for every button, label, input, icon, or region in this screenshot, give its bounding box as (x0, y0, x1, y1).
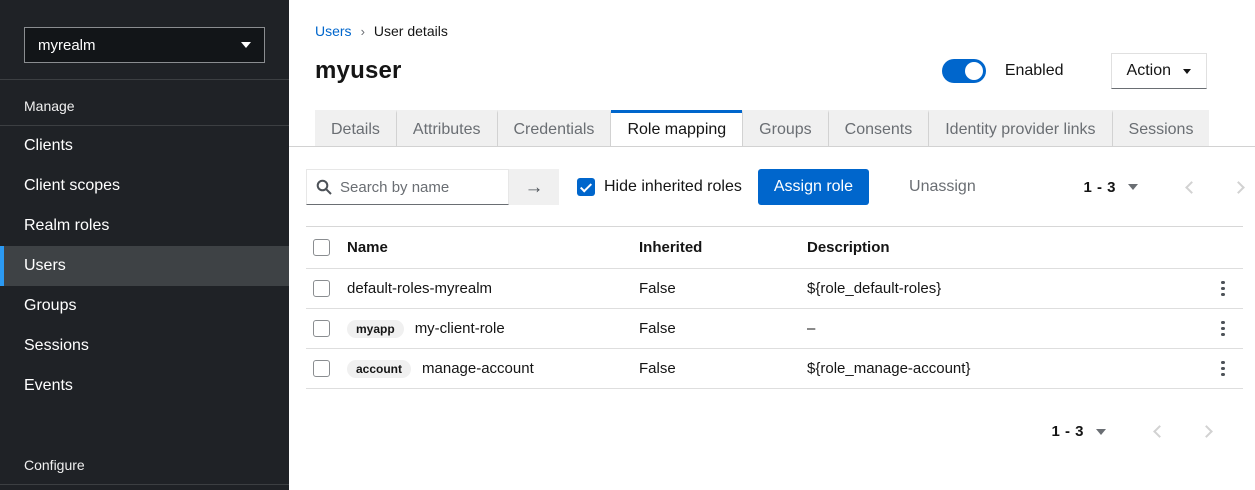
role-description: – (807, 320, 816, 337)
column-header-inherited: Inherited (639, 239, 703, 256)
sidebar-item-clients[interactable]: Clients (0, 126, 289, 166)
row-checkbox[interactable] (313, 360, 330, 377)
pagination-range: 1 - 3 (1083, 178, 1116, 196)
tab-attributes[interactable]: Attributes (396, 110, 498, 146)
chevron-left-icon[interactable] (1153, 425, 1166, 438)
sidebar: myrealm Manage Clients Client scopes Rea… (0, 0, 289, 490)
tab-role-mapping[interactable]: Role mapping (611, 110, 743, 146)
chevron-left-icon[interactable] (1185, 180, 1198, 194)
search-input[interactable] (306, 169, 509, 205)
tabs: Details Attributes Credentials Role mapp… (289, 110, 1255, 147)
kebab-menu-icon[interactable] (1217, 277, 1229, 301)
nav-section-manage: Manage (24, 98, 75, 114)
breadcrumb: Users › User details (289, 0, 1255, 39)
enabled-toggle[interactable] (941, 59, 986, 83)
tab-details[interactable]: Details (315, 110, 397, 146)
roles-table: Name Inherited Description default-roles… (306, 226, 1243, 389)
tab-sessions[interactable]: Sessions (1112, 110, 1210, 146)
role-inherited: False (639, 360, 676, 377)
role-inherited: False (639, 320, 676, 337)
search-submit-button[interactable]: → (509, 169, 559, 205)
sidebar-item-realm-roles[interactable]: Realm roles (0, 206, 289, 246)
main-content: Users › User details myuser Enabled Acti… (289, 0, 1255, 490)
arrow-right-icon: → (524, 176, 544, 198)
chevron-down-icon (241, 42, 251, 48)
bottom-pagination: 1 - 3 (289, 389, 1255, 440)
caret-down-icon (1183, 68, 1191, 74)
unassign-button[interactable]: Unassign (901, 169, 984, 205)
hide-inherited-checkbox-group[interactable]: Hide inherited roles (577, 178, 742, 196)
tab-identity-provider-links[interactable]: Identity provider links (929, 110, 1113, 146)
search-group: → (306, 169, 559, 205)
action-dropdown-button[interactable]: Action (1110, 53, 1207, 89)
page-title: myuser (315, 57, 402, 84)
search-input-wrap (306, 169, 509, 205)
row-checkbox[interactable] (313, 280, 330, 297)
tab-groups[interactable]: Groups (742, 110, 829, 146)
tab-credentials[interactable]: Credentials (497, 110, 612, 146)
chevron-right-icon[interactable] (1232, 180, 1245, 194)
table-row: myapp my-client-role False – (306, 309, 1243, 349)
toggle-knob (964, 62, 983, 80)
breadcrumb-users-link[interactable]: Users (315, 23, 352, 39)
breadcrumb-current: User details (373, 23, 448, 39)
client-badge: myapp (347, 319, 404, 338)
table-row: account manage-account False ${role_mana… (306, 349, 1243, 389)
header-controls: Enabled Action (941, 53, 1207, 89)
page-header: myuser Enabled Action (315, 53, 1229, 89)
sidebar-item-users[interactable]: Users (0, 246, 289, 286)
tab-consents[interactable]: Consents (828, 110, 930, 146)
toolbar: → Hide inherited roles Assign role Unass… (289, 147, 1255, 205)
enabled-label: Enabled (1004, 62, 1064, 79)
kebab-menu-icon[interactable] (1217, 317, 1229, 341)
action-dropdown-label: Action (1126, 62, 1171, 79)
sidebar-item-groups[interactable]: Groups (0, 286, 289, 326)
sidebar-item-sessions[interactable]: Sessions (0, 326, 289, 366)
assign-role-button[interactable]: Assign role (757, 169, 870, 205)
client-badge: account (347, 359, 412, 378)
nav-section-configure: Configure (24, 457, 85, 473)
pagination-range: 1 - 3 (1051, 423, 1084, 440)
top-pagination: 1 - 3 (1083, 178, 1245, 196)
realm-selector[interactable]: myrealm (24, 27, 265, 63)
pagination-caret-icon[interactable] (1128, 184, 1138, 190)
realm-selector-label: myrealm (38, 36, 96, 54)
column-header-description: Description (807, 239, 890, 256)
select-all-checkbox[interactable] (313, 239, 330, 256)
role-inherited: False (639, 280, 676, 297)
role-name: my-client-role (414, 320, 505, 337)
search-icon (316, 179, 332, 195)
table-row: default-roles-myrealm False ${role_defau… (306, 269, 1243, 309)
chevron-right-icon[interactable] (1200, 425, 1213, 438)
hide-inherited-label: Hide inherited roles (604, 178, 742, 195)
column-header-name: Name (347, 239, 388, 256)
row-checkbox[interactable] (313, 320, 330, 337)
sidebar-item-realm-settings[interactable]: Realm settings (0, 485, 289, 490)
role-description: ${role_default-roles} (807, 280, 942, 297)
sidebar-item-client-scopes[interactable]: Client scopes (0, 166, 289, 206)
role-description: ${role_manage-account} (807, 360, 971, 377)
table-header-row: Name Inherited Description (306, 226, 1243, 269)
kebab-menu-icon[interactable] (1217, 357, 1229, 381)
sidebar-item-events[interactable]: Events (0, 366, 289, 406)
role-name: default-roles-myrealm (347, 280, 493, 297)
pagination-caret-icon[interactable] (1096, 428, 1106, 435)
breadcrumb-separator-icon: › (360, 23, 365, 39)
role-name: manage-account (422, 360, 534, 377)
checkbox-checked-icon[interactable] (577, 178, 595, 196)
